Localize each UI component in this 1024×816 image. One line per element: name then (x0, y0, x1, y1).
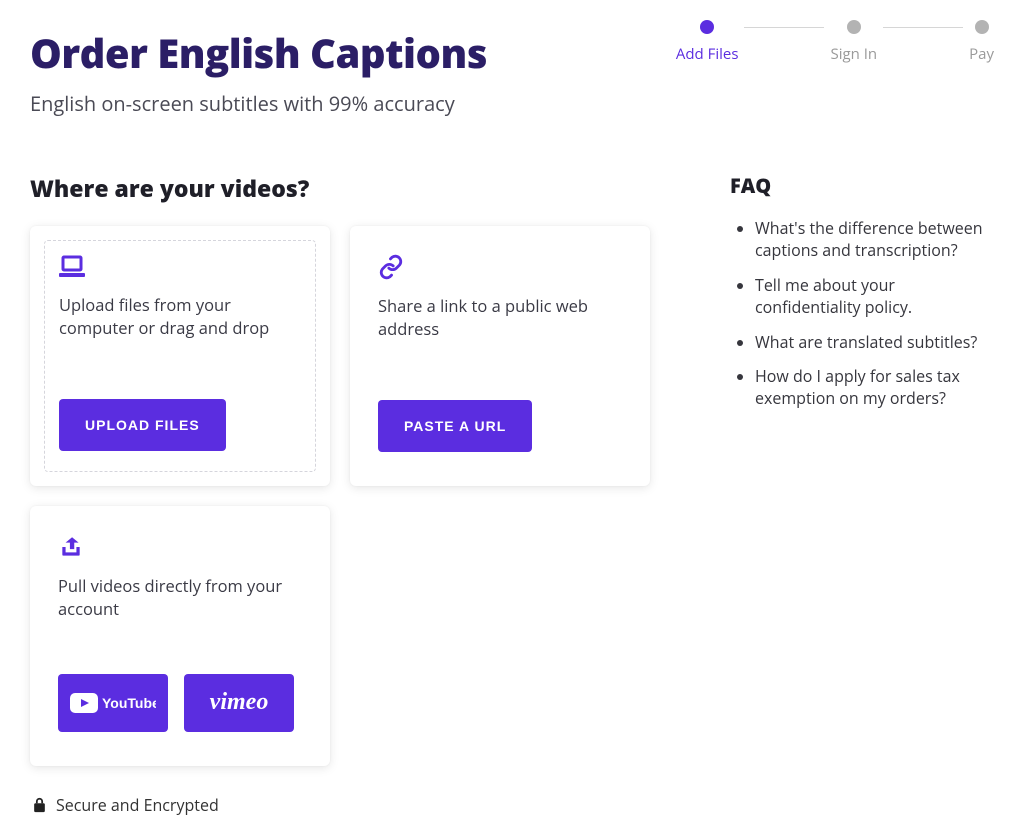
paste-url-card: Share a link to a public web address PAS… (350, 226, 650, 486)
step-label: Add Files (676, 44, 739, 64)
paste-url-button[interactable]: PASTE A URL (378, 400, 532, 452)
secure-note: Secure and Encrypted (33, 794, 690, 816)
laptop-icon (59, 255, 301, 279)
step-add-files[interactable]: Add Files (676, 20, 739, 64)
step-dot-icon (847, 20, 861, 34)
faq-heading: FAQ (730, 172, 994, 199)
url-description: Share a link to a public web address (378, 294, 622, 341)
step-connector (883, 27, 963, 28)
faq-item[interactable]: What are translated subtitles? (755, 331, 994, 353)
section-title: Where are your videos? (30, 172, 690, 204)
page-title: Order English Captions (30, 25, 676, 80)
youtube-button[interactable]: YouTube (58, 674, 168, 732)
step-connector (744, 27, 824, 28)
step-dot-icon (975, 20, 989, 34)
faq-item[interactable]: What's the difference between captions a… (755, 217, 994, 262)
vimeo-button[interactable]: vimeo (184, 674, 294, 732)
lock-icon (33, 797, 46, 813)
upload-files-button[interactable]: UPLOAD FILES (59, 399, 226, 451)
account-description: Pull videos directly from your account (58, 574, 302, 621)
step-sign-in[interactable]: Sign In (830, 20, 877, 64)
progress-stepper: Add Files Sign In Pay (676, 20, 994, 64)
page-subtitle: English on-screen subtitles with 99% acc… (30, 90, 676, 117)
step-dot-icon (700, 20, 714, 34)
faq-item[interactable]: Tell me about your confidentiality polic… (755, 274, 994, 319)
upload-card[interactable]: Upload files from your computer or drag … (30, 226, 330, 486)
link-icon (378, 254, 622, 280)
vimeo-label: vimeo (210, 689, 269, 715)
youtube-label: YouTube (102, 695, 156, 711)
upload-description: Upload files from your computer or drag … (59, 293, 301, 340)
step-pay[interactable]: Pay (969, 20, 994, 64)
link-account-card: Pull videos directly from your account Y… (30, 506, 330, 766)
faq-list: What's the difference between captions a… (730, 217, 994, 410)
step-label: Pay (969, 44, 994, 64)
share-icon (58, 534, 302, 560)
step-label: Sign In (830, 44, 877, 64)
secure-label: Secure and Encrypted (56, 794, 219, 816)
faq-item[interactable]: How do I apply for sales tax exemption o… (755, 365, 994, 410)
